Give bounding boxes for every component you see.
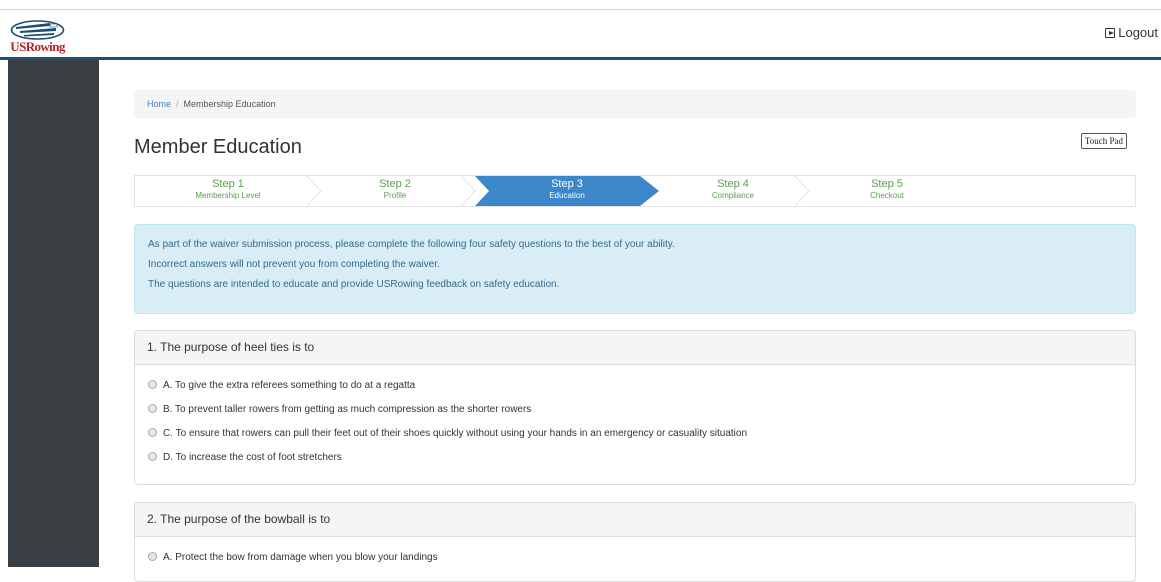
info-line: The questions are intended to educate an… xyxy=(148,279,560,290)
step-5-checkout[interactable]: Step 5 Checkout xyxy=(813,176,961,206)
option-label: A. Protect the bow from damage when you … xyxy=(163,552,438,563)
breadcrumb: Home / Membership Education xyxy=(134,90,1136,118)
option-label: A. To give the extra referees something … xyxy=(163,380,416,391)
info-line: Incorrect answers will not prevent you f… xyxy=(148,259,440,270)
step-2-subtitle: Profile xyxy=(383,191,407,200)
question-2-options: A. Protect the bow from damage when you … xyxy=(135,537,1135,570)
question-panel-2: 2. The purpose of the bowball is to A. P… xyxy=(134,502,1136,582)
option-label: B. To prevent taller rowers from getting… xyxy=(163,404,532,415)
step-5-title: Step 5 xyxy=(871,178,903,190)
question-1-option-d[interactable]: D. To increase the cost of foot stretche… xyxy=(148,446,1122,470)
question-1-option-a[interactable]: A. To give the extra referees something … xyxy=(148,374,1122,398)
radio-unchecked-icon[interactable] xyxy=(148,404,157,413)
radio-unchecked-icon[interactable] xyxy=(148,452,157,461)
touch-pad-button[interactable]: Touch Pad xyxy=(1080,133,1127,149)
question-1-option-c[interactable]: C. To ensure that rowers can pull their … xyxy=(148,422,1122,446)
breadcrumb-current: Membership Education xyxy=(183,99,276,109)
breadcrumb-separator: / xyxy=(176,99,179,109)
option-label: D. To increase the cost of foot stretche… xyxy=(163,452,342,463)
step-4-subtitle: Compliance xyxy=(711,191,755,200)
logo-wordmark: USRowing xyxy=(10,39,65,54)
info-line: As part of the waiver submission process… xyxy=(148,239,675,250)
step-2-title: Step 2 xyxy=(379,178,411,190)
step-5-subtitle: Checkout xyxy=(870,191,904,200)
step-2-profile[interactable]: Step 2 Profile xyxy=(321,176,469,206)
step-3-subtitle: Education xyxy=(549,191,585,200)
step-4-title: Step 4 xyxy=(717,178,749,190)
top-header: USRowing Logout xyxy=(0,9,1161,60)
question-1-title: 1. The purpose of heel ties is to xyxy=(135,331,1135,365)
radio-unchecked-icon[interactable] xyxy=(148,552,157,561)
step-progress: Step 1 Membership Level Step 2 Profile S… xyxy=(134,175,1136,207)
option-label: C. To ensure that rowers can pull their … xyxy=(163,428,748,439)
step-3-education[interactable]: Step 3 Education xyxy=(475,176,659,206)
sidebar xyxy=(8,60,99,567)
step-1-title: Step 1 xyxy=(212,178,244,190)
main-content: Home / Membership Education Member Educati… xyxy=(99,60,1161,582)
step-3-title: Step 3 xyxy=(551,178,583,190)
logout-link[interactable]: Logout xyxy=(1105,25,1158,40)
step-4-compliance[interactable]: Step 4 Compliance xyxy=(659,176,807,206)
logout-label: Logout xyxy=(1118,25,1158,40)
step-1-membership-level[interactable]: Step 1 Membership Level xyxy=(135,176,321,206)
question-1-options: A. To give the extra referees something … xyxy=(135,365,1135,470)
page-title: Member Education xyxy=(134,136,302,158)
breadcrumb-home-link[interactable]: Home xyxy=(147,99,171,109)
sign-out-icon xyxy=(1105,28,1116,38)
info-alert: As part of the waiver submission process… xyxy=(134,224,1136,314)
usrowing-logo[interactable]: USRowing xyxy=(10,20,65,56)
radio-unchecked-icon[interactable] xyxy=(148,380,157,389)
question-1-option-b[interactable]: B. To prevent taller rowers from getting… xyxy=(148,398,1122,422)
radio-unchecked-icon[interactable] xyxy=(148,428,157,437)
question-panel-1: 1. The purpose of heel ties is to A. To … xyxy=(134,330,1136,485)
question-2-title: 2. The purpose of the bowball is to xyxy=(135,503,1135,537)
question-2-option-a[interactable]: A. Protect the bow from damage when you … xyxy=(148,546,1122,570)
step-1-subtitle: Membership Level xyxy=(195,191,261,200)
logo-emblem-icon xyxy=(10,20,65,40)
